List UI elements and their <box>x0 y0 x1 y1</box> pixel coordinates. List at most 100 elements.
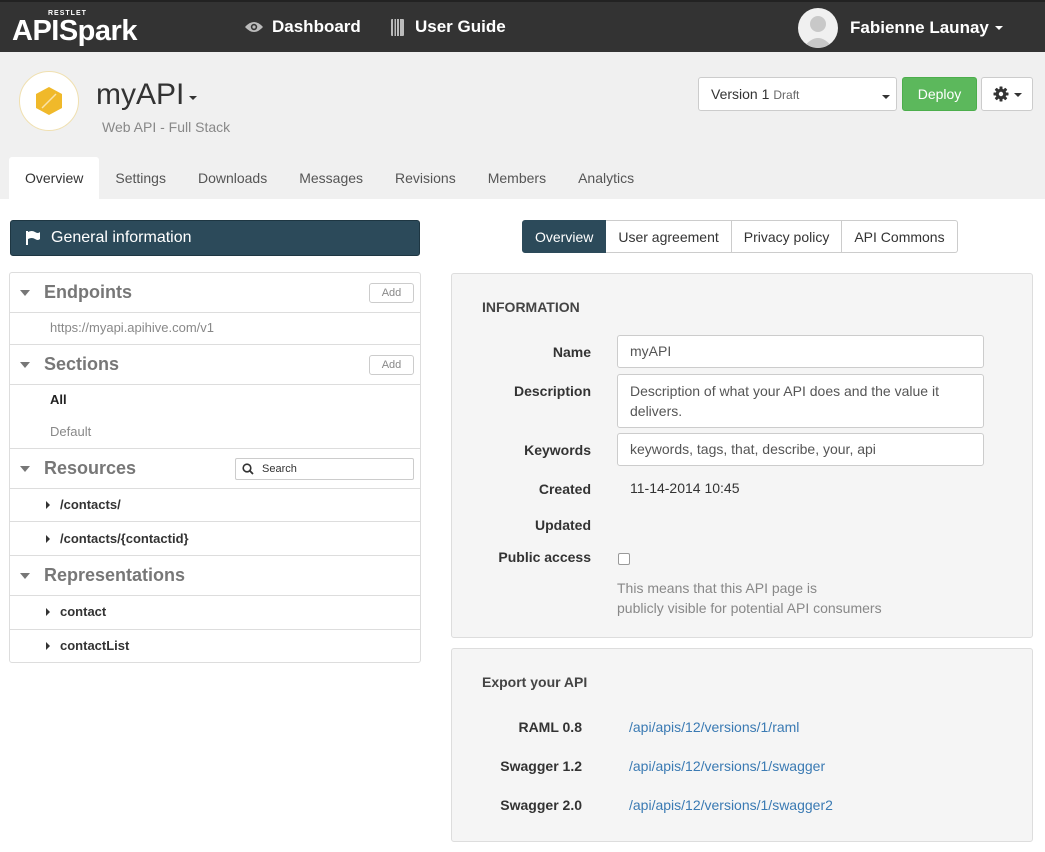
triangle-right-icon <box>46 534 50 543</box>
representation-item-label: contactList <box>60 638 130 653</box>
representation-item[interactable]: contact <box>10 595 420 628</box>
tab-revisions[interactable]: Revisions <box>379 157 472 199</box>
add-section-button[interactable]: Add <box>369 355 414 375</box>
api-name-dropdown[interactable]: myAPI <box>96 78 198 112</box>
nav-dashboard-label: Dashboard <box>272 17 361 36</box>
version-status: Draft <box>773 88 800 102</box>
caret-down-icon <box>1013 93 1022 97</box>
representation-item-label: contact <box>60 604 107 619</box>
public-access-checkbox[interactable] <box>618 553 630 565</box>
search-icon <box>242 463 254 475</box>
tab-settings[interactable]: Settings <box>99 157 182 199</box>
add-endpoint-button[interactable]: Add <box>369 283 414 303</box>
hexagon-icon <box>36 87 62 115</box>
resource-item-label: /contacts/ <box>60 497 121 512</box>
description-field[interactable]: Description of what your API does and th… <box>617 374 984 428</box>
api-tabs: Overview Settings Downloads Messages Rev… <box>9 157 650 199</box>
name-field[interactable]: myAPI <box>617 335 984 368</box>
sections-header[interactable]: Sections Add <box>10 345 420 384</box>
version-select[interactable]: Version 1 Draft <box>698 77 897 111</box>
triangle-right-icon <box>46 500 50 509</box>
export-swagger20-link[interactable]: /api/apis/12/versions/1/swagger2 <box>629 797 833 813</box>
triangle-right-icon <box>46 641 50 650</box>
tab-analytics[interactable]: Analytics <box>562 157 650 199</box>
resource-item-label: /contacts/{contactid} <box>60 531 189 546</box>
endpoints-header[interactable]: Endpoints Add <box>10 273 420 312</box>
sections-title: Sections <box>44 354 120 374</box>
endpoints-title: Endpoints <box>44 282 132 302</box>
created-label: Created <box>538 481 591 497</box>
caret-down-icon <box>994 26 1003 30</box>
apispark-logo[interactable]: RESTLET APISpark <box>12 8 152 48</box>
settings-dropdown-button[interactable] <box>981 77 1033 111</box>
divider <box>10 384 420 385</box>
overview-subtabs: Overview User agreement Privacy policy A… <box>522 220 958 253</box>
version-label: Version 1 <box>711 86 770 102</box>
export-format-label: RAML 0.8 <box>518 719 582 735</box>
divider <box>10 312 420 313</box>
subtab-api-commons[interactable]: API Commons <box>842 220 958 253</box>
resource-item[interactable]: /contacts/ <box>10 488 420 521</box>
tab-overview[interactable]: Overview <box>9 157 100 199</box>
api-name: myAPI <box>96 78 185 111</box>
api-subtitle: Web API - Full Stack <box>102 119 231 135</box>
tab-downloads[interactable]: Downloads <box>182 157 283 199</box>
gear-icon <box>993 86 1008 102</box>
name-label: Name <box>552 344 591 360</box>
keywords-field[interactable]: keywords, tags, that, describe, your, ap… <box>617 433 984 466</box>
api-logo <box>19 71 79 131</box>
caret-down-icon <box>882 95 890 99</box>
representations-title: Representations <box>44 565 186 585</box>
avatar <box>798 8 838 48</box>
description-label: Description <box>513 383 591 399</box>
representation-item[interactable]: contactList <box>10 629 420 662</box>
user-menu[interactable]: Fabienne Launay <box>798 8 1003 48</box>
triangle-down-icon <box>20 465 30 472</box>
created-value: 11-14-2014 10:45 <box>630 480 740 496</box>
tab-messages[interactable]: Messages <box>283 157 379 199</box>
deploy-button[interactable]: Deploy <box>902 77 977 111</box>
export-title: Export your API <box>482 674 588 690</box>
section-item-all[interactable]: All <box>50 392 67 407</box>
keywords-label: Keywords <box>524 442 591 458</box>
book-icon <box>391 18 404 36</box>
updated-label: Updated <box>535 517 591 533</box>
subtab-overview[interactable]: Overview <box>522 220 607 253</box>
resource-search-input[interactable]: Search <box>235 458 414 480</box>
api-structure-panel: Endpoints Add https://myapi.apihive.com/… <box>9 272 421 663</box>
caret-down-icon <box>189 96 198 100</box>
subtab-privacy-policy[interactable]: Privacy policy <box>731 220 843 253</box>
triangle-right-icon <box>46 607 50 616</box>
resource-item[interactable]: /contacts/{contactid} <box>10 522 420 555</box>
public-access-label: Public access <box>498 549 591 565</box>
export-raml-link[interactable]: /api/apis/12/versions/1/raml <box>629 719 799 735</box>
section-item-default[interactable]: Default <box>50 424 91 439</box>
export-format-label: Swagger 1.2 <box>500 758 582 774</box>
tab-members[interactable]: Members <box>472 157 562 199</box>
triangle-down-icon <box>20 572 30 579</box>
public-access-help-line-1: This means that this API page is <box>617 580 817 596</box>
top-navbar: RESTLET APISpark Dashboard User Guide Fa… <box>0 0 1045 52</box>
eye-icon <box>245 22 263 32</box>
subtab-user-agreement[interactable]: User agreement <box>606 220 732 253</box>
export-format-label: Swagger 2.0 <box>500 797 582 813</box>
representations-header[interactable]: Representations <box>10 556 420 595</box>
nav-user-guide-label: User Guide <box>415 17 506 36</box>
triangle-down-icon <box>20 289 30 296</box>
nav-dashboard[interactable]: Dashboard <box>244 17 361 37</box>
brand-main-text: APISpark <box>12 15 137 47</box>
general-information-button[interactable]: General information <box>10 220 420 256</box>
nav-user-guide[interactable]: User Guide <box>390 17 506 37</box>
general-information-label: General information <box>51 229 192 246</box>
export-swagger12-link[interactable]: /api/apis/12/versions/1/swagger <box>629 758 825 774</box>
api-header: myAPI Web API - Full Stack Version 1 Draf… <box>0 52 1045 199</box>
resources-title: Resources <box>44 458 137 478</box>
export-panel: Export your API RAML 0.8 /api/apis/12/ve… <box>451 648 1033 842</box>
flag-icon <box>26 231 40 245</box>
information-panel: INFORMATION Name myAPI Description Descr… <box>451 273 1033 638</box>
endpoint-url[interactable]: https://myapi.apihive.com/v1 <box>50 320 214 335</box>
search-placeholder: Search <box>262 463 297 475</box>
public-access-help-line-2: publicly visible for potential API consu… <box>617 600 882 616</box>
user-silhouette-icon <box>803 16 833 48</box>
triangle-down-icon <box>20 361 30 368</box>
